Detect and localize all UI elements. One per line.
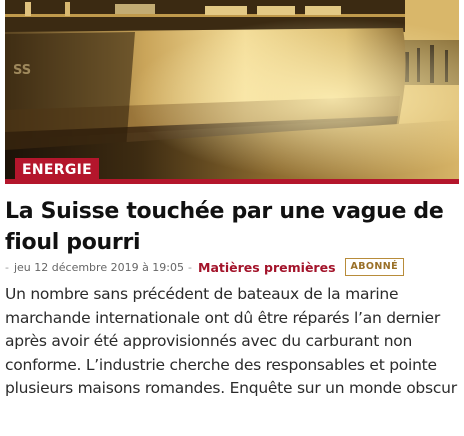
subscriber-badge: ABONNÉ <box>344 258 404 276</box>
topic-link[interactable]: Matières premières <box>198 260 336 275</box>
ship-hull-photo-icon: SS <box>5 0 459 179</box>
meta-separator: - <box>188 260 192 274</box>
article-card[interactable]: SS Energie La Suisse touchée par une vag… <box>0 0 464 436</box>
hero-image[interactable]: SS <box>5 0 459 179</box>
category-rule <box>5 179 459 184</box>
article-meta: - jeu 12 décembre 2019 à 19:05 - Matière… <box>5 257 459 277</box>
article-lead: Un nombre sans précédent de bateaux de l… <box>5 285 457 397</box>
publish-date: jeu 12 décembre 2019 à 19:05 <box>13 260 185 274</box>
meta-bullet: - <box>5 260 9 274</box>
article-headline[interactable]: La Suisse touchée par une vague de fioul… <box>5 196 455 258</box>
